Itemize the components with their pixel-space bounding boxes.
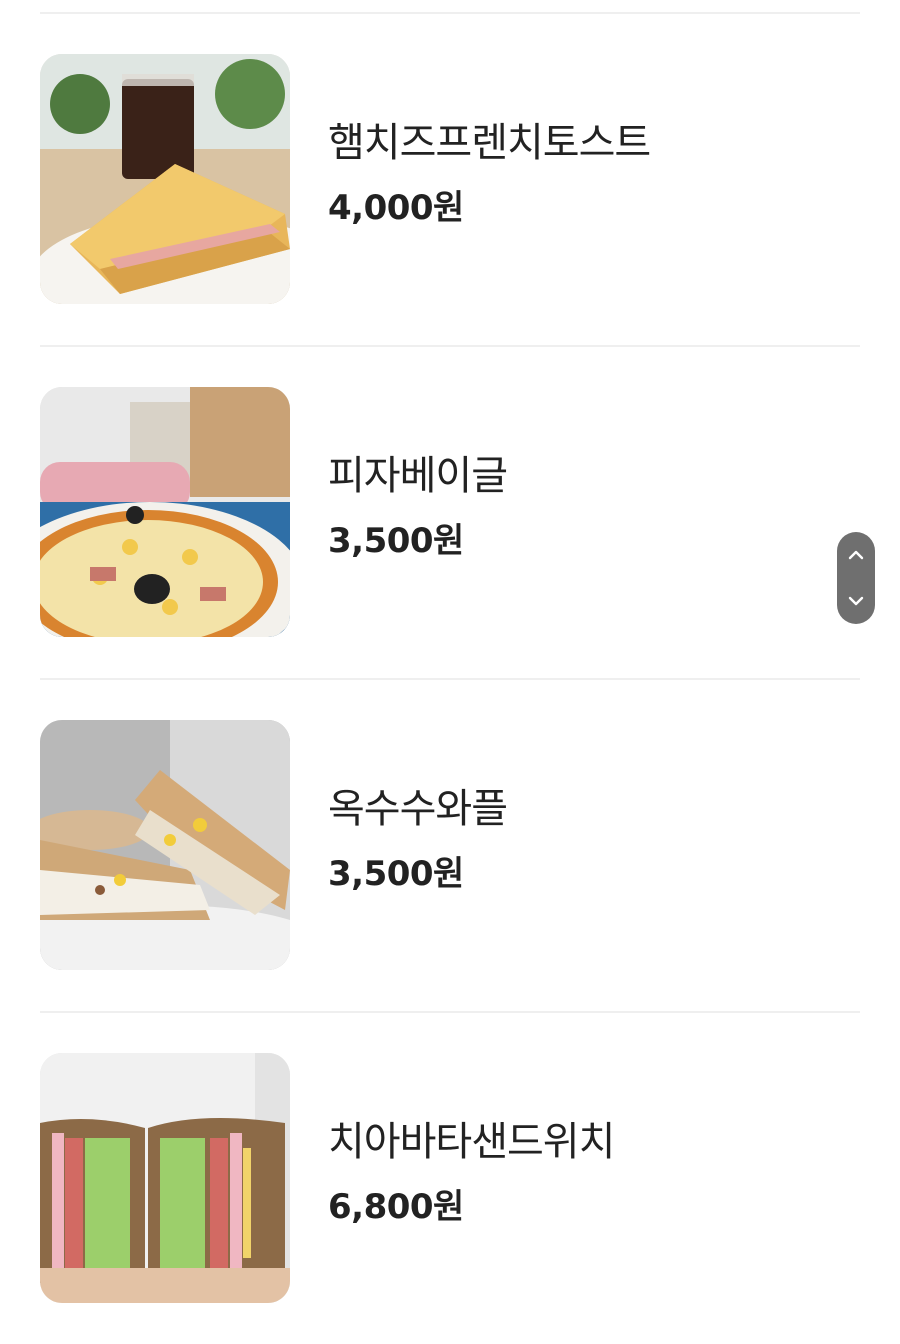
scroll-up-button[interactable] — [837, 532, 875, 578]
scroll-down-button[interactable] — [837, 578, 875, 624]
menu-item-ciabatta-sandwich[interactable]: 치아바타샌드위치 6,800원 — [40, 1013, 860, 1344]
item-name: 햄치즈프렌치토스트 — [328, 120, 651, 166]
corn-waffle-image — [40, 720, 290, 970]
menu-item-pizza-bagel[interactable]: 피자베이글 3,500원 — [40, 347, 860, 678]
item-price: 3,500원 — [328, 854, 464, 894]
ciabatta-sandwich-image — [40, 1053, 290, 1303]
item-price: 6,800원 — [328, 1187, 464, 1227]
item-name: 옥수수와플 — [328, 786, 508, 832]
scroll-control — [837, 532, 875, 624]
chevron-up-icon — [848, 550, 864, 560]
menu-item-french-toast[interactable]: 햄치즈프렌치토스트 4,000원 — [40, 14, 860, 345]
menu-item-corn-waffle[interactable]: 옥수수와플 3,500원 — [40, 680, 860, 1011]
chevron-down-icon — [848, 596, 864, 606]
pizza-bagel-image — [40, 387, 290, 637]
item-price: 4,000원 — [328, 188, 464, 228]
menu-list: 햄치즈프렌치토스트 4,000원 피자베이글 3,500원 옥수수와플 3,50… — [40, 0, 860, 1344]
item-price: 3,500원 — [328, 521, 464, 561]
item-name: 치아바타샌드위치 — [328, 1119, 615, 1165]
item-name: 피자베이글 — [328, 453, 508, 499]
french-toast-image — [40, 54, 290, 304]
